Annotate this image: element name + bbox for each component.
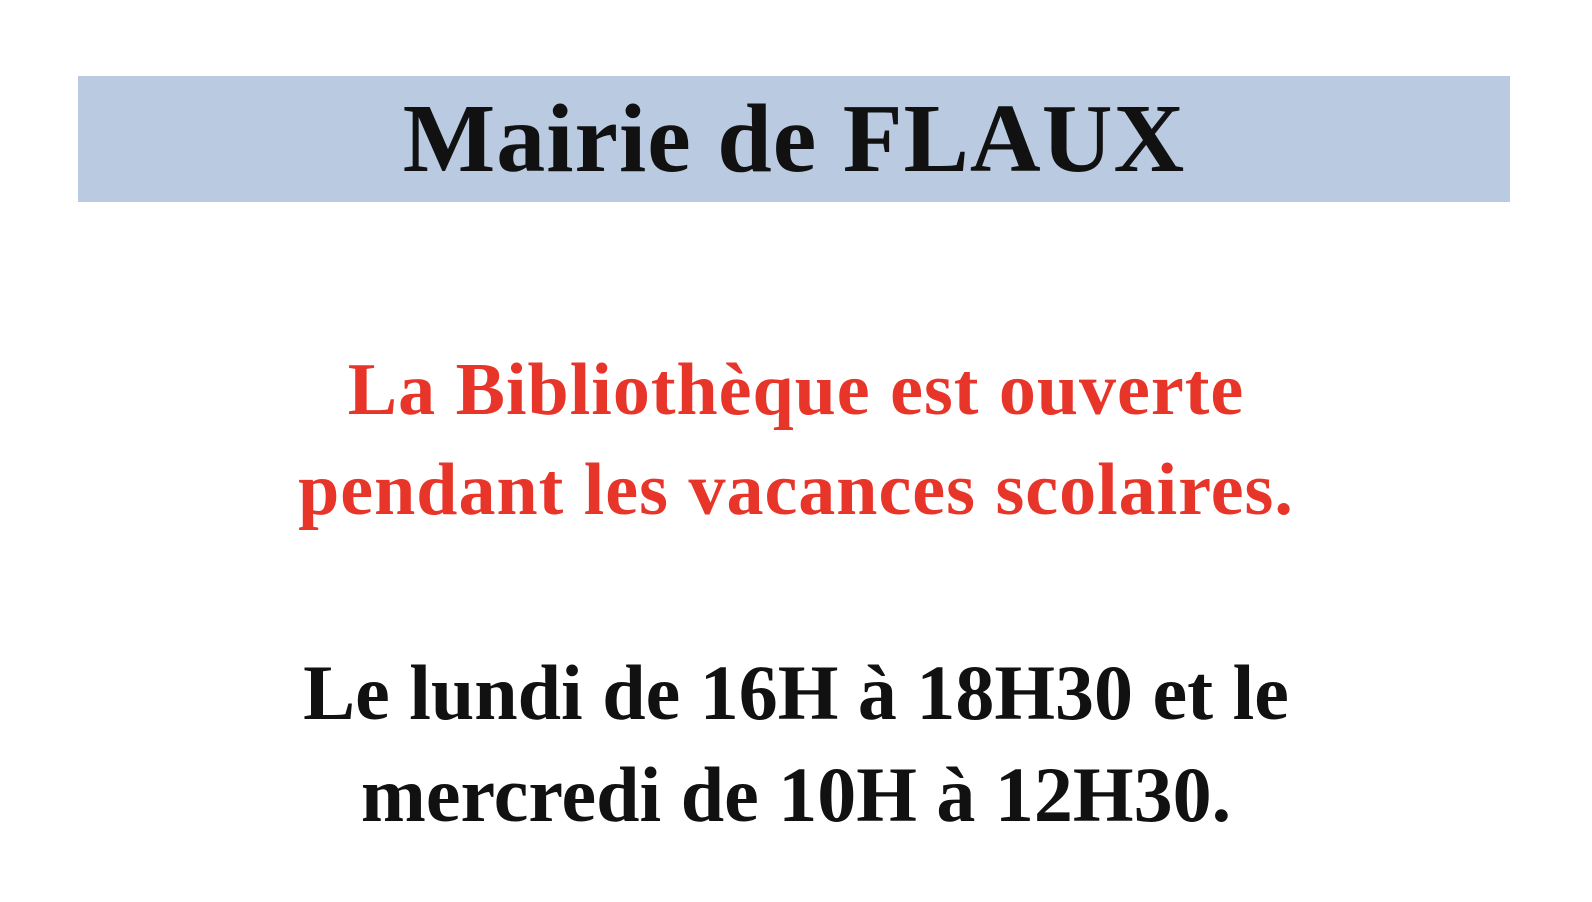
- page-title: Mairie de FLAUX: [402, 85, 1186, 193]
- opening-hours-line: Le lundi de 16H à 18H30 et le: [303, 649, 1289, 736]
- header-banner: Mairie de FLAUX: [78, 76, 1510, 202]
- opening-hours-line: mercredi de 10H à 12H30.: [360, 751, 1232, 838]
- opening-hours: Le lundi de 16H à 18H30 et le mercredi d…: [0, 642, 1592, 846]
- announcement-line: pendant les vacances scolaires.: [298, 449, 1294, 531]
- announcement-line: La Bibliothèque est ouverte: [347, 349, 1245, 431]
- announcement: La Bibliothèque est ouverte pendant les …: [0, 340, 1592, 540]
